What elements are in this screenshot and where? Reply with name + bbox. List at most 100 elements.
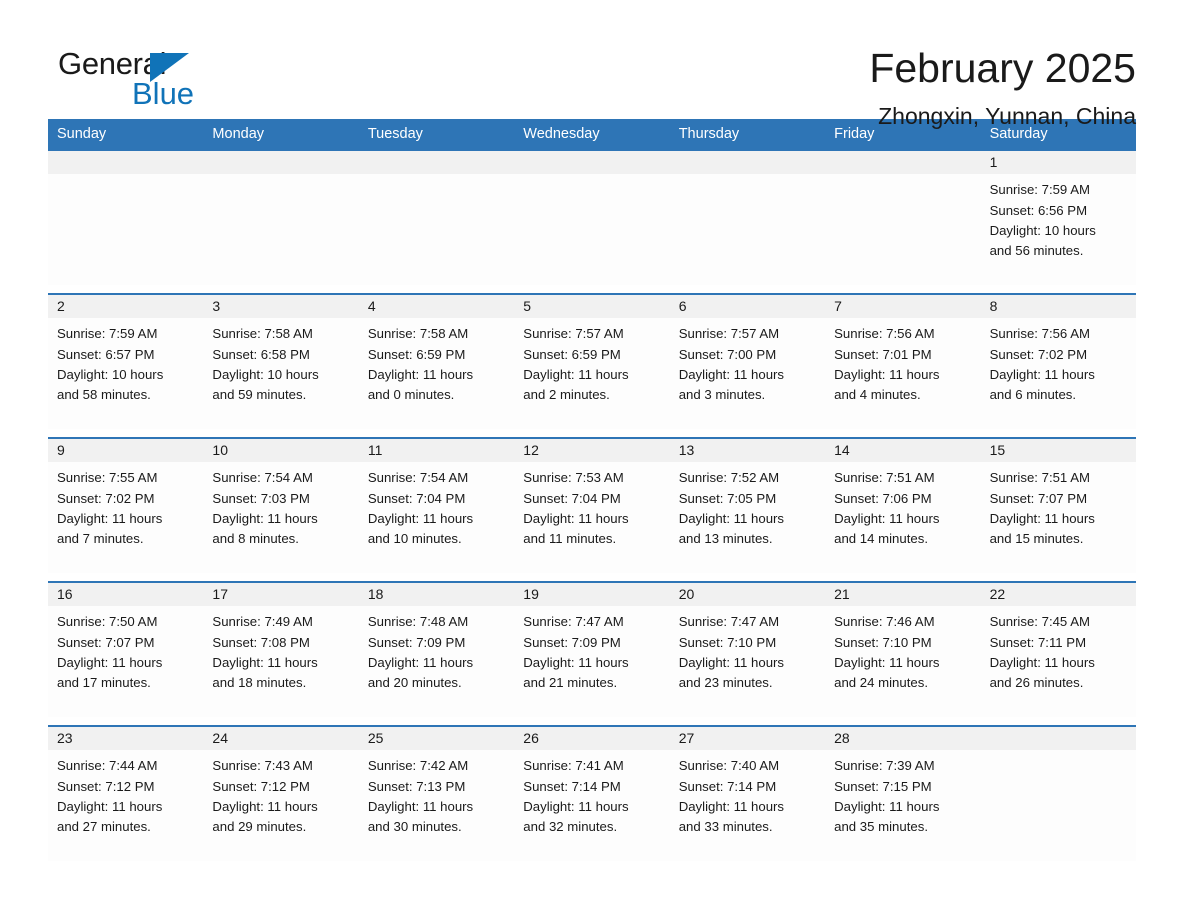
day-cell-empty — [980, 727, 1136, 862]
day-cell-21[interactable]: 21 Sunrise: 7:46 AM Sunset: 7:10 PM Dayligh… — [825, 583, 981, 718]
day-cell-11[interactable]: 11 Sunrise: 7:54 AM Sunset: 7:04 PM Dayligh… — [358, 439, 515, 574]
day-details — [981, 750, 1136, 756]
generalblue-logo[interactable]: General Blue — [58, 46, 198, 110]
daylight-text: and 11 minutes. — [523, 531, 617, 547]
day-number: 10 — [203, 439, 359, 463]
page-header: General Blue February 2025 Zhongxin, Yun… — [0, 0, 1188, 129]
day-cell-empty — [514, 151, 670, 286]
day-cell-9[interactable]: 9 Sunrise: 7:55 AM Sunset: 7:02 PM Daylight… — [48, 439, 204, 574]
weekday-header-tuesday: Tuesday — [367, 126, 423, 142]
day-cell-13[interactable]: 13 Sunrise: 7:52 AM Sunset: 7:05 PM Dayligh… — [669, 439, 826, 574]
daylight-text: and 59 minutes. — [212, 387, 307, 403]
day-cell-16[interactable]: 16 Sunrise: 7:50 AM Sunset: 7:07 PM Dayligh… — [48, 583, 204, 718]
daylight-text: and 33 minutes. — [678, 819, 773, 835]
daylight-text: and 13 minutes. — [678, 531, 773, 547]
day-cell-3[interactable]: 3 Sunrise: 7:58 AM Sunset: 6:58 PM Daylight… — [203, 295, 359, 430]
day-details — [514, 174, 669, 180]
day-number — [514, 151, 670, 175]
day-cell-17[interactable]: 17 Sunrise: 7:49 AM Sunset: 7:08 PM Dayligh… — [203, 583, 359, 718]
daylight-text: Daylight: 11 hours — [989, 366, 1095, 382]
day-number: 20 — [669, 583, 826, 607]
day-cell-22[interactable]: 22 Sunrise: 7:45 AM Sunset: 7:11 PM Dayligh… — [980, 583, 1136, 718]
week-row-spacer — [48, 861, 1136, 870]
calendar-page: General Blue February 2025 Zhongxin, Yun… — [0, 0, 1188, 918]
daylight-text: Daylight: 11 hours — [834, 366, 940, 382]
daylight-text: Daylight: 11 hours — [57, 510, 163, 526]
day-cell-8[interactable]: 8 Sunrise: 7:56 AM Sunset: 7:02 PM Daylight… — [980, 295, 1136, 430]
sunrise-text: Sunrise: 7:47 AM — [523, 614, 624, 630]
day-cell-1[interactable]: 1 Sunrise: 7:59 AM Sunset: 6:56 PM Daylight… — [980, 151, 1136, 286]
daylight-text: and 2 minutes. — [523, 387, 610, 403]
daylight-text: and 4 minutes. — [834, 387, 921, 403]
sunset-text: Sunset: 6:59 PM — [523, 346, 621, 362]
sunrise-text: Sunrise: 7:52 AM — [678, 470, 780, 486]
day-number: 23 — [48, 727, 204, 751]
daylight-text: Daylight: 10 hours — [57, 366, 164, 382]
day-cell-18[interactable]: 18 Sunrise: 7:48 AM Sunset: 7:09 PM Dayligh… — [358, 583, 515, 718]
day-cell-15[interactable]: 15 Sunrise: 7:51 AM Sunset: 7:07 PM Dayligh… — [980, 439, 1136, 574]
day-cell-25[interactable]: 25 Sunrise: 7:42 AM Sunset: 7:13 PM Dayligh… — [358, 727, 515, 862]
sunrise-text: Sunrise: 7:58 AM — [367, 326, 469, 342]
weekday-header-wednesday: Wednesday — [523, 126, 600, 142]
day-number: 4 — [358, 295, 515, 319]
day-details — [670, 174, 825, 180]
day-details: Sunrise: 7:41 AM Sunset: 7:14 PM Daylight:… — [514, 750, 669, 837]
day-cell-5[interactable]: 5 Sunrise: 7:57 AM Sunset: 6:59 PM Daylight… — [514, 295, 670, 430]
daylight-text: and 18 minutes. — [212, 675, 307, 691]
day-details: Sunrise: 7:57 AM Sunset: 7:00 PM Daylight:… — [670, 318, 825, 405]
daylight-text: Daylight: 11 hours — [989, 654, 1095, 670]
daylight-text: and 24 minutes. — [834, 675, 928, 691]
day-cell-2[interactable]: 2 Sunrise: 7:59 AM Sunset: 6:57 PM Daylight… — [48, 295, 204, 430]
daylight-text: Daylight: 11 hours — [523, 798, 629, 814]
sunset-text: Sunset: 7:01 PM — [834, 346, 932, 362]
day-details: Sunrise: 7:46 AM Sunset: 7:10 PM Daylight:… — [825, 606, 980, 693]
day-number — [358, 151, 515, 175]
week-row-spacer — [48, 573, 1136, 582]
calendar-week-row: 9 Sunrise: 7:55 AM Sunset: 7:02 PM Daylight… — [48, 437, 1136, 574]
sunset-text: Sunset: 7:10 PM — [834, 634, 932, 650]
day-cell-26[interactable]: 26 Sunrise: 7:41 AM Sunset: 7:14 PM Dayligh… — [514, 727, 670, 862]
sunset-text: Sunset: 7:04 PM — [367, 490, 466, 506]
day-details: Sunrise: 7:56 AM Sunset: 7:02 PM Daylight:… — [981, 318, 1136, 405]
sunrise-text: Sunrise: 7:45 AM — [989, 614, 1090, 630]
daylight-text: Daylight: 11 hours — [367, 654, 474, 670]
sunset-text: Sunset: 7:02 PM — [989, 346, 1088, 362]
day-cell-10[interactable]: 10 Sunrise: 7:54 AM Sunset: 7:03 PM Dayligh… — [203, 439, 359, 574]
day-details — [48, 174, 203, 180]
day-cell-6[interactable]: 6 Sunrise: 7:57 AM Sunset: 7:00 PM Daylight… — [669, 295, 826, 430]
day-details — [203, 174, 358, 180]
sunset-text: Sunset: 7:09 PM — [523, 634, 621, 650]
day-cell-empty — [825, 151, 981, 286]
day-cell-28[interactable]: 28 Sunrise: 7:39 AM Sunset: 7:15 PM Dayligh… — [825, 727, 981, 862]
day-details: Sunrise: 7:45 AM Sunset: 7:11 PM Daylight:… — [981, 606, 1136, 693]
day-details: Sunrise: 7:52 AM Sunset: 7:05 PM Daylight:… — [670, 462, 825, 549]
day-number — [48, 151, 204, 175]
daylight-text: and 6 minutes. — [989, 387, 1077, 403]
day-details: Sunrise: 7:40 AM Sunset: 7:14 PM Daylight:… — [670, 750, 825, 837]
weekday-header-sunday: Sunday — [57, 126, 107, 142]
day-cell-24[interactable]: 24 Sunrise: 7:43 AM Sunset: 7:12 PM Dayligh… — [203, 727, 359, 862]
day-cell-23[interactable]: 23 Sunrise: 7:44 AM Sunset: 7:12 PM Dayligh… — [48, 727, 204, 862]
day-cell-12[interactable]: 12 Sunrise: 7:53 AM Sunset: 7:04 PM Dayligh… — [514, 439, 670, 574]
daylight-text: Daylight: 11 hours — [523, 654, 629, 670]
daylight-text: and 35 minutes. — [834, 819, 928, 835]
sunset-text: Sunset: 7:07 PM — [57, 634, 155, 650]
day-cell-19[interactable]: 19 Sunrise: 7:47 AM Sunset: 7:09 PM Dayligh… — [514, 583, 670, 718]
day-cell-27[interactable]: 27 Sunrise: 7:40 AM Sunset: 7:14 PM Dayligh… — [669, 727, 826, 862]
sunset-text: Sunset: 7:07 PM — [989, 490, 1088, 506]
daylight-text: and 30 minutes. — [367, 819, 462, 835]
day-cell-4[interactable]: 4 Sunrise: 7:58 AM Sunset: 6:59 PM Daylight… — [358, 295, 515, 430]
day-cell-20[interactable]: 20 Sunrise: 7:47 AM Sunset: 7:10 PM Dayligh… — [669, 583, 826, 718]
daylight-text: and 23 minutes. — [678, 675, 773, 691]
sunrise-text: Sunrise: 7:51 AM — [989, 470, 1090, 486]
day-cell-7[interactable]: 7 Sunrise: 7:56 AM Sunset: 7:01 PM Daylight… — [825, 295, 981, 430]
calendar-weeks: 1 Sunrise: 7:59 AM Sunset: 6:56 PM Daylight… — [48, 151, 1136, 870]
sunrise-text: Sunrise: 7:57 AM — [523, 326, 624, 342]
sunrise-text: Sunrise: 7:48 AM — [367, 614, 469, 630]
day-cell-14[interactable]: 14 Sunrise: 7:51 AM Sunset: 7:06 PM Dayligh… — [825, 439, 981, 574]
daylight-text: Daylight: 11 hours — [212, 654, 318, 670]
day-number: 17 — [203, 583, 359, 607]
daylight-text: and 3 minutes. — [678, 387, 766, 403]
sunset-text: Sunset: 7:12 PM — [57, 778, 155, 794]
weekday-header-monday: Monday — [212, 126, 265, 142]
